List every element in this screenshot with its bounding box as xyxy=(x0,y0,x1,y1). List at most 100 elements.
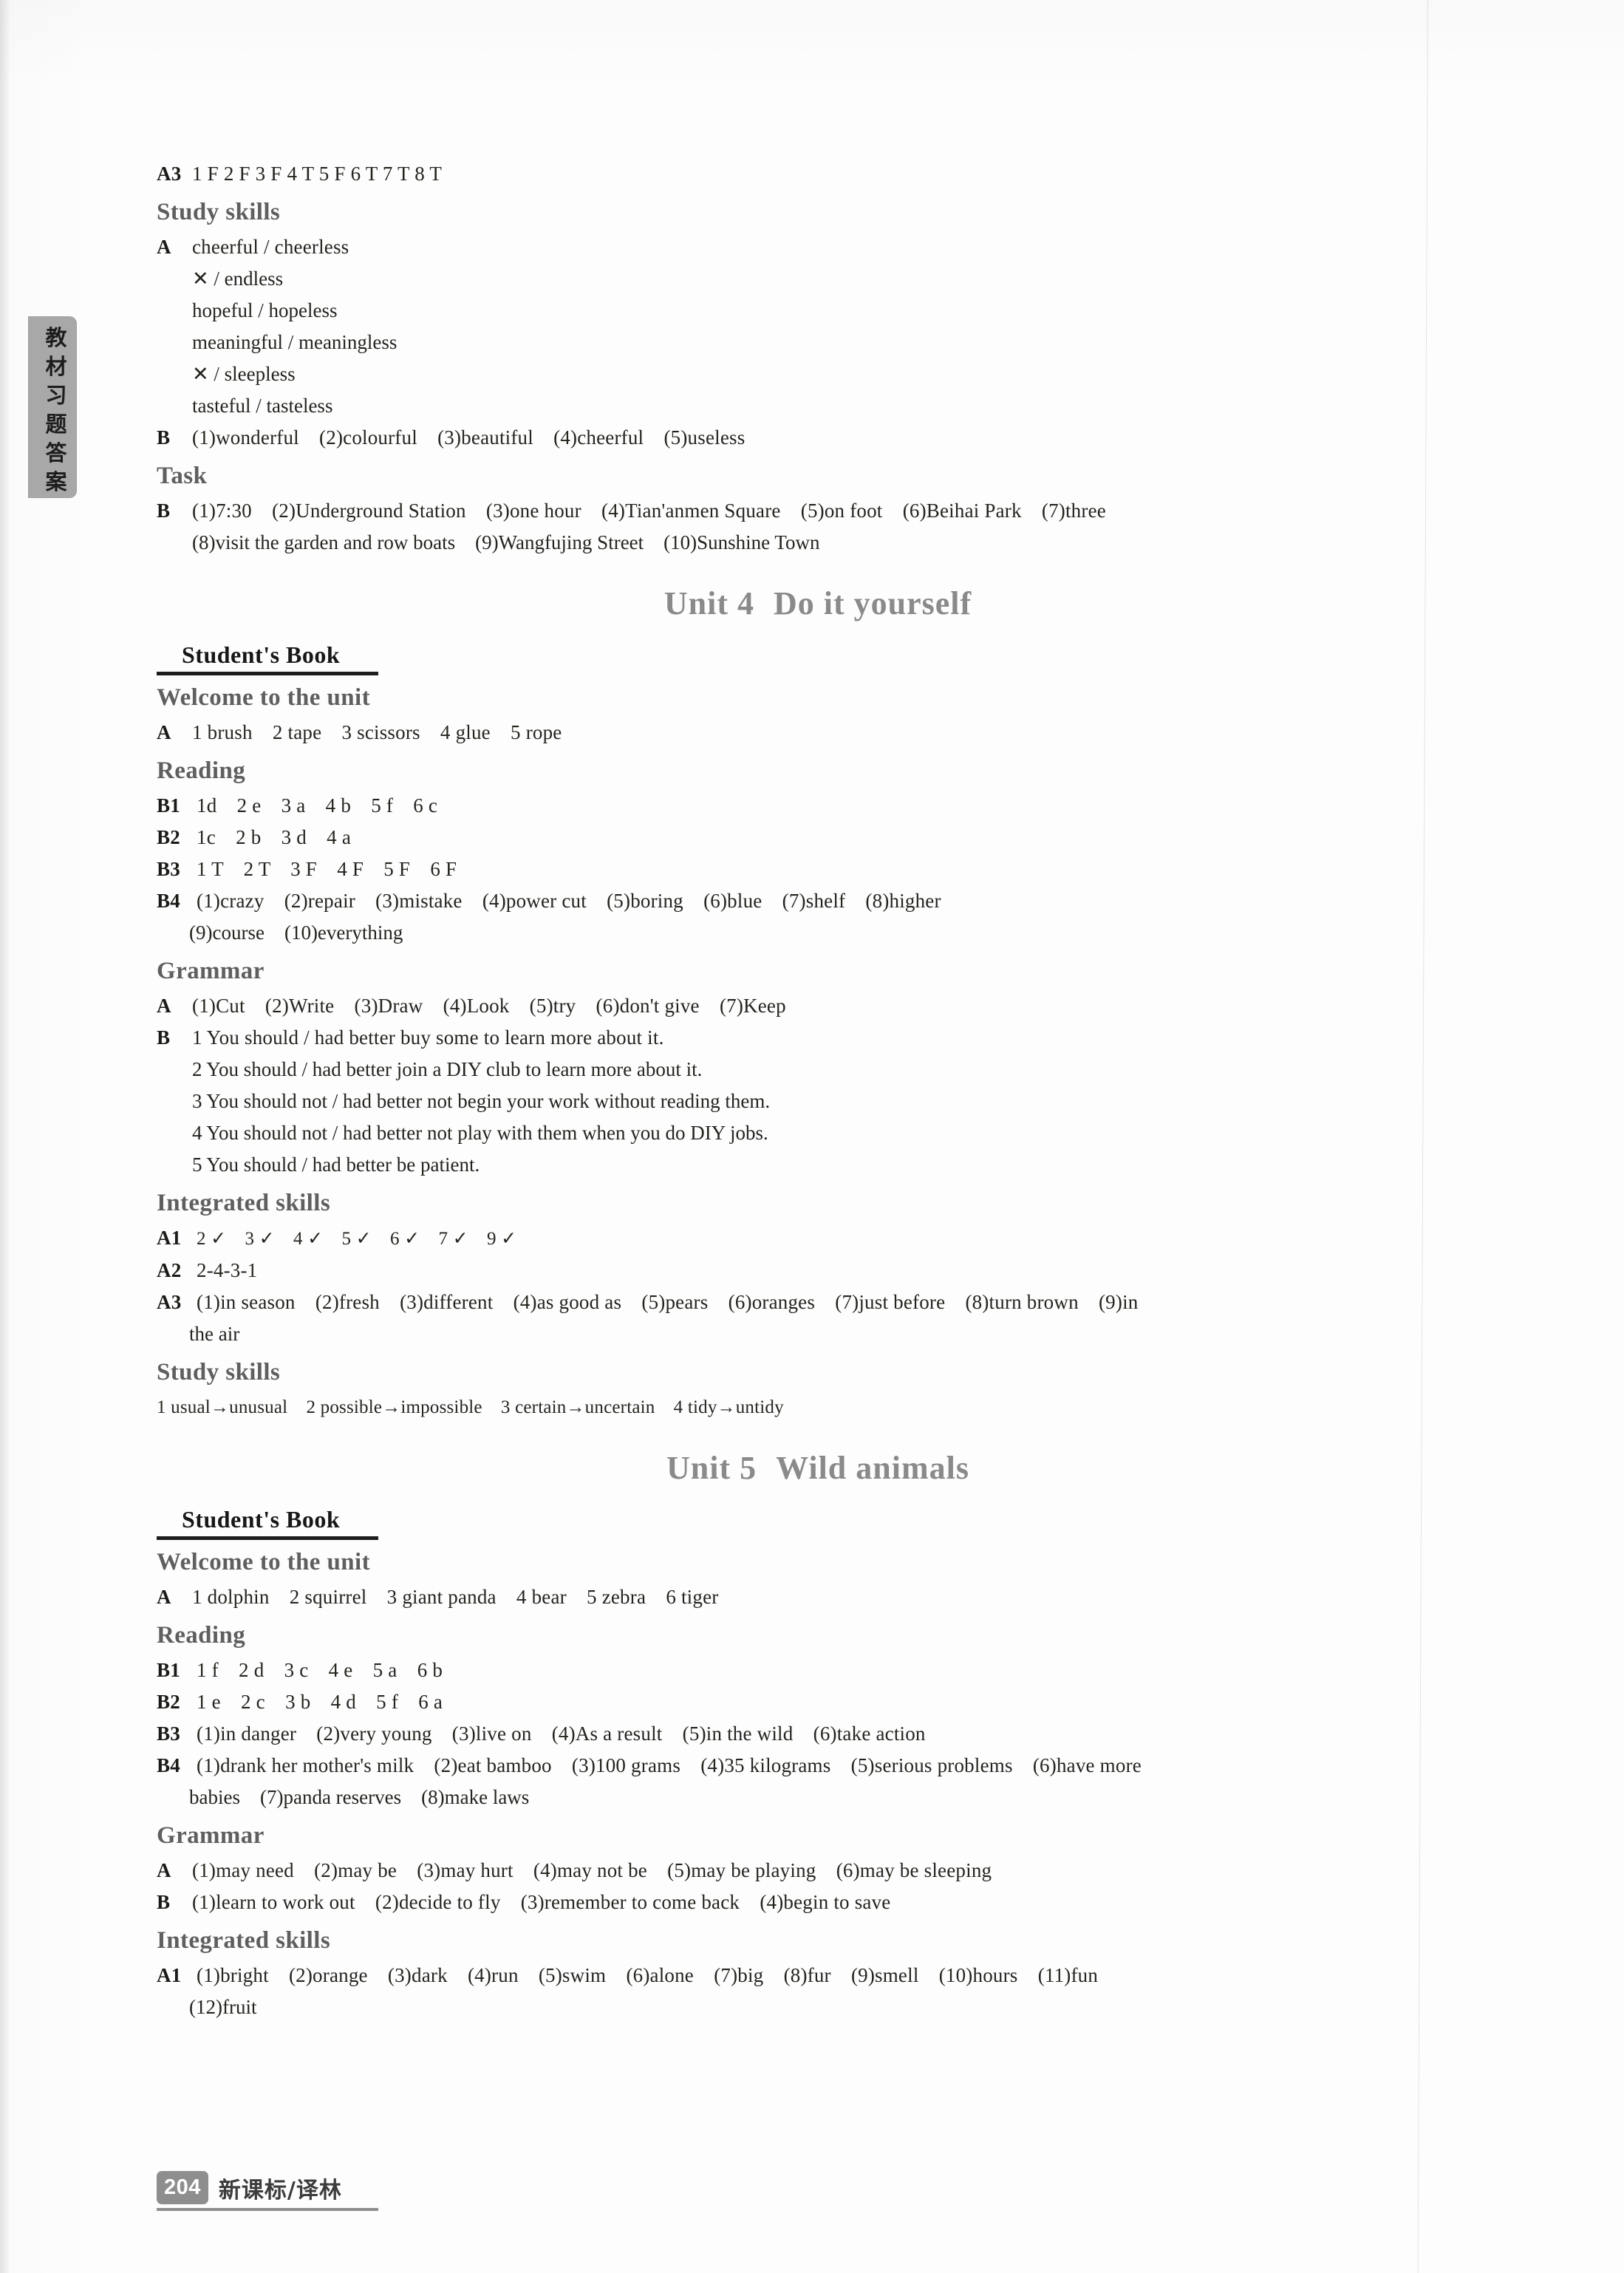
heading-reading-unit5: Reading xyxy=(157,1622,246,1649)
answer-label: A xyxy=(157,1859,171,1881)
answer-text: (1)wonderful (2)colourful (3)beautiful (… xyxy=(192,426,746,449)
answer-text: (1)in season (2)fresh (3)different (4)as… xyxy=(197,1291,1139,1313)
answer-row-b-prev: B (1)wonderful (2)colourful (3)beautiful… xyxy=(157,422,1479,454)
answer-row-a3-prev: A3 1 F 2 F 3 F 4 T 5 F 6 T 7 T 8 T xyxy=(157,158,1479,190)
answer-row-b4-unit4: B4 (1)crazy (2)repair (3)mistake (4)powe… xyxy=(157,885,1479,917)
answer-continuation: the air xyxy=(189,1323,240,1345)
answer-key-content: A3 1 F 2 F 3 F 4 T 5 F 6 T 7 T 8 T Study… xyxy=(157,158,1479,2023)
answer-row-grammar-a-unit4: A (1)Cut (2)Write (3)Draw (4)Look (5)try… xyxy=(157,990,1479,1022)
answer-row-b2-unit5: B2 1 e 2 c 3 b 4 d 5 f 6 a xyxy=(157,1686,1479,1718)
answer-label: A2 xyxy=(157,1259,182,1281)
answer-text: (1)bright (2)orange (3)dark (4)run (5)sw… xyxy=(197,1964,1099,1986)
answer-text: 1 f 2 d 3 c 4 e 5 a 6 b xyxy=(197,1659,443,1681)
answer-label: B4 xyxy=(157,890,180,912)
answer-continuation: (9)course (10)everything xyxy=(189,921,403,944)
students-book-label: Student's Book xyxy=(182,641,341,668)
answer-label: B xyxy=(157,500,171,522)
students-book-label: Student's Book xyxy=(182,1506,341,1533)
answer-text: (1)learn to work out (2)decide to fly (3… xyxy=(192,1891,891,1913)
answer-text: (1)7:30 (2)Underground Station (3)one ho… xyxy=(192,500,1106,522)
answer-subrow: ✕ / endless xyxy=(192,267,284,290)
answer-text: 1 You should / had better buy some to le… xyxy=(192,1026,664,1049)
answer-row-b3-unit4: B3 1 T 2 T 3 F 4 F 5 F 6 F xyxy=(157,853,1479,885)
answer-text: (1)Cut (2)Write (3)Draw (4)Look (5)try (… xyxy=(192,995,786,1017)
page-number-badge: 204 xyxy=(157,2171,208,2204)
heading-reading-unit4: Reading xyxy=(157,757,246,784)
answer-continuation: 5 You should / had better be patient. xyxy=(192,1153,480,1176)
heading-integrated-skills-unit5: Integrated skills xyxy=(157,1927,331,1954)
answer-continuation: 2 You should / had better join a DIY clu… xyxy=(192,1058,703,1080)
answer-label: B3 xyxy=(157,858,180,880)
students-book-heading-unit5: Student's Book xyxy=(157,1503,384,1540)
answer-label: B xyxy=(157,1026,171,1049)
heading-integrated-skills-unit4: Integrated skills xyxy=(157,1190,331,1216)
answer-row-a2-unit4: A2 2-4-3-1 xyxy=(157,1255,1479,1287)
unit-title-4: Unit 4 Do it yourself xyxy=(157,581,1479,627)
answer-label: A xyxy=(157,995,171,1017)
answer-row-grammar-b-unit4: B 1 You should / had better buy some to … xyxy=(157,1022,1479,1054)
answer-row-b4-unit5: B4 (1)drank her mother's milk (2)eat bam… xyxy=(157,1750,1479,1782)
answer-row-welcome-a-unit5: A 1 dolphin 2 squirrel 3 giant panda 4 b… xyxy=(157,1581,1479,1613)
answer-row-grammar-a-unit5: A (1)may need (2)may be (3)may hurt (4)m… xyxy=(157,1855,1479,1887)
answer-label: B3 xyxy=(157,1722,180,1745)
heading-welcome-unit5: Welcome to the unit xyxy=(157,1549,370,1575)
answer-text: cheerful / cheerless xyxy=(192,236,349,258)
unit-number: Unit 5 xyxy=(666,1450,757,1486)
answer-text: 1d 2 e 3 a 4 b 5 f 6 c xyxy=(197,794,438,817)
answer-text: (1)drank her mother's milk (2)eat bamboo… xyxy=(197,1754,1142,1776)
answer-row-b2-unit4: B2 1c 2 b 3 d 4 a xyxy=(157,822,1479,853)
answer-continuation: (12)fruit xyxy=(189,1996,257,2018)
answer-label: B1 xyxy=(157,1659,180,1681)
answer-label: A xyxy=(157,721,171,743)
answer-row-a-prev: A cheerful / cheerless xyxy=(157,231,1479,263)
answer-label: A xyxy=(157,1586,171,1608)
answer-text: (1)crazy (2)repair (3)mistake (4)power c… xyxy=(197,890,941,912)
side-tab-label: 教材习题答案 xyxy=(45,325,67,494)
unit-name: Wild animals xyxy=(776,1450,969,1486)
answer-row-b1-unit4: B1 1d 2 e 3 a 4 b 5 f 6 c xyxy=(157,790,1479,822)
heading-grammar-unit4: Grammar xyxy=(157,958,265,984)
heading-task-prev: Task xyxy=(157,463,208,489)
answer-row-welcome-a-unit4: A 1 brush 2 tape 3 scissors 4 glue 5 rop… xyxy=(157,717,1479,749)
heading-grammar-unit5: Grammar xyxy=(157,1822,265,1849)
answer-row-study-skills-unit4: 1 usual→unusual 2 possible→impossible 3 … xyxy=(157,1391,1479,1423)
footer-series-label: 新课标/译林 xyxy=(218,2177,342,2204)
answer-text: 1 T 2 T 3 F 4 F 5 F 6 F xyxy=(197,858,457,880)
answer-row-b1-unit5: B1 1 f 2 d 3 c 4 e 5 a 6 b xyxy=(157,1655,1479,1686)
unit-number: Unit 4 xyxy=(663,585,754,621)
heading-study-skills-prev: Study skills xyxy=(157,199,281,225)
answer-continuation: 3 You should not / had better not begin … xyxy=(192,1090,771,1112)
answer-row-task-b: B (1)7:30 (2)Underground Station (3)one … xyxy=(157,495,1479,527)
answer-subrow: tasteful / tasteless xyxy=(192,395,333,417)
heading-welcome-unit4: Welcome to the unit xyxy=(157,684,370,711)
answer-label: B xyxy=(157,426,171,449)
answer-row-a1-unit4: A1 2 ✓ 3 ✓ 4 ✓ 5 ✓ 6 ✓ 7 ✓ 9 ✓ xyxy=(157,1222,1479,1255)
answer-label: B4 xyxy=(157,1754,180,1776)
answer-continuation: babies (7)panda reserves (8)make laws xyxy=(189,1786,530,1808)
answer-row-grammar-b-unit5: B (1)learn to work out (2)decide to fly … xyxy=(157,1887,1479,1918)
unit-name: Do it yourself xyxy=(773,585,972,621)
answer-row-a1-unit5: A1 (1)bright (2)orange (3)dark (4)run (5… xyxy=(157,1960,1479,1991)
answer-text: 1 dolphin 2 squirrel 3 giant panda 4 bea… xyxy=(192,1586,719,1608)
students-book-heading-unit4: Student's Book xyxy=(157,638,384,675)
answer-label: B xyxy=(157,1891,171,1913)
answer-row-a3-unit4: A3 (1)in season (2)fresh (3)different (4… xyxy=(157,1287,1479,1318)
answer-text: 2-4-3-1 xyxy=(197,1259,258,1281)
answer-continuation: 4 You should not / had better not play w… xyxy=(192,1122,768,1144)
answer-label: B2 xyxy=(157,826,180,848)
answer-text: 1c 2 b 3 d 4 a xyxy=(197,826,352,848)
answer-label: B1 xyxy=(157,794,180,817)
answer-label: A3 xyxy=(157,163,182,185)
answer-label: A1 xyxy=(157,1227,182,1249)
answer-continuation: (8)visit the garden and row boats (9)Wan… xyxy=(192,531,820,553)
heading-study-skills-unit4: Study skills xyxy=(157,1359,281,1386)
answer-text: 1 brush 2 tape 3 scissors 4 glue 5 rope xyxy=(192,721,562,743)
side-tab-chapter-marker: 教材习题答案 xyxy=(28,316,77,498)
answer-text: (1)in danger (2)very young (3)live on (4… xyxy=(197,1722,926,1745)
answer-row-b3-unit5: B3 (1)in danger (2)very young (3)live on… xyxy=(157,1718,1479,1750)
answer-text: 2 ✓ 3 ✓ 4 ✓ 5 ✓ 6 ✓ 7 ✓ 9 ✓ xyxy=(197,1229,517,1249)
page-footer: 204 新课标/译林 xyxy=(157,2171,1479,2211)
answer-label: A1 xyxy=(157,1964,182,1986)
answer-text: 1 e 2 c 3 b 4 d 5 f 6 a xyxy=(197,1691,443,1713)
unit-title-5: Unit 5 Wild animals xyxy=(157,1445,1479,1491)
